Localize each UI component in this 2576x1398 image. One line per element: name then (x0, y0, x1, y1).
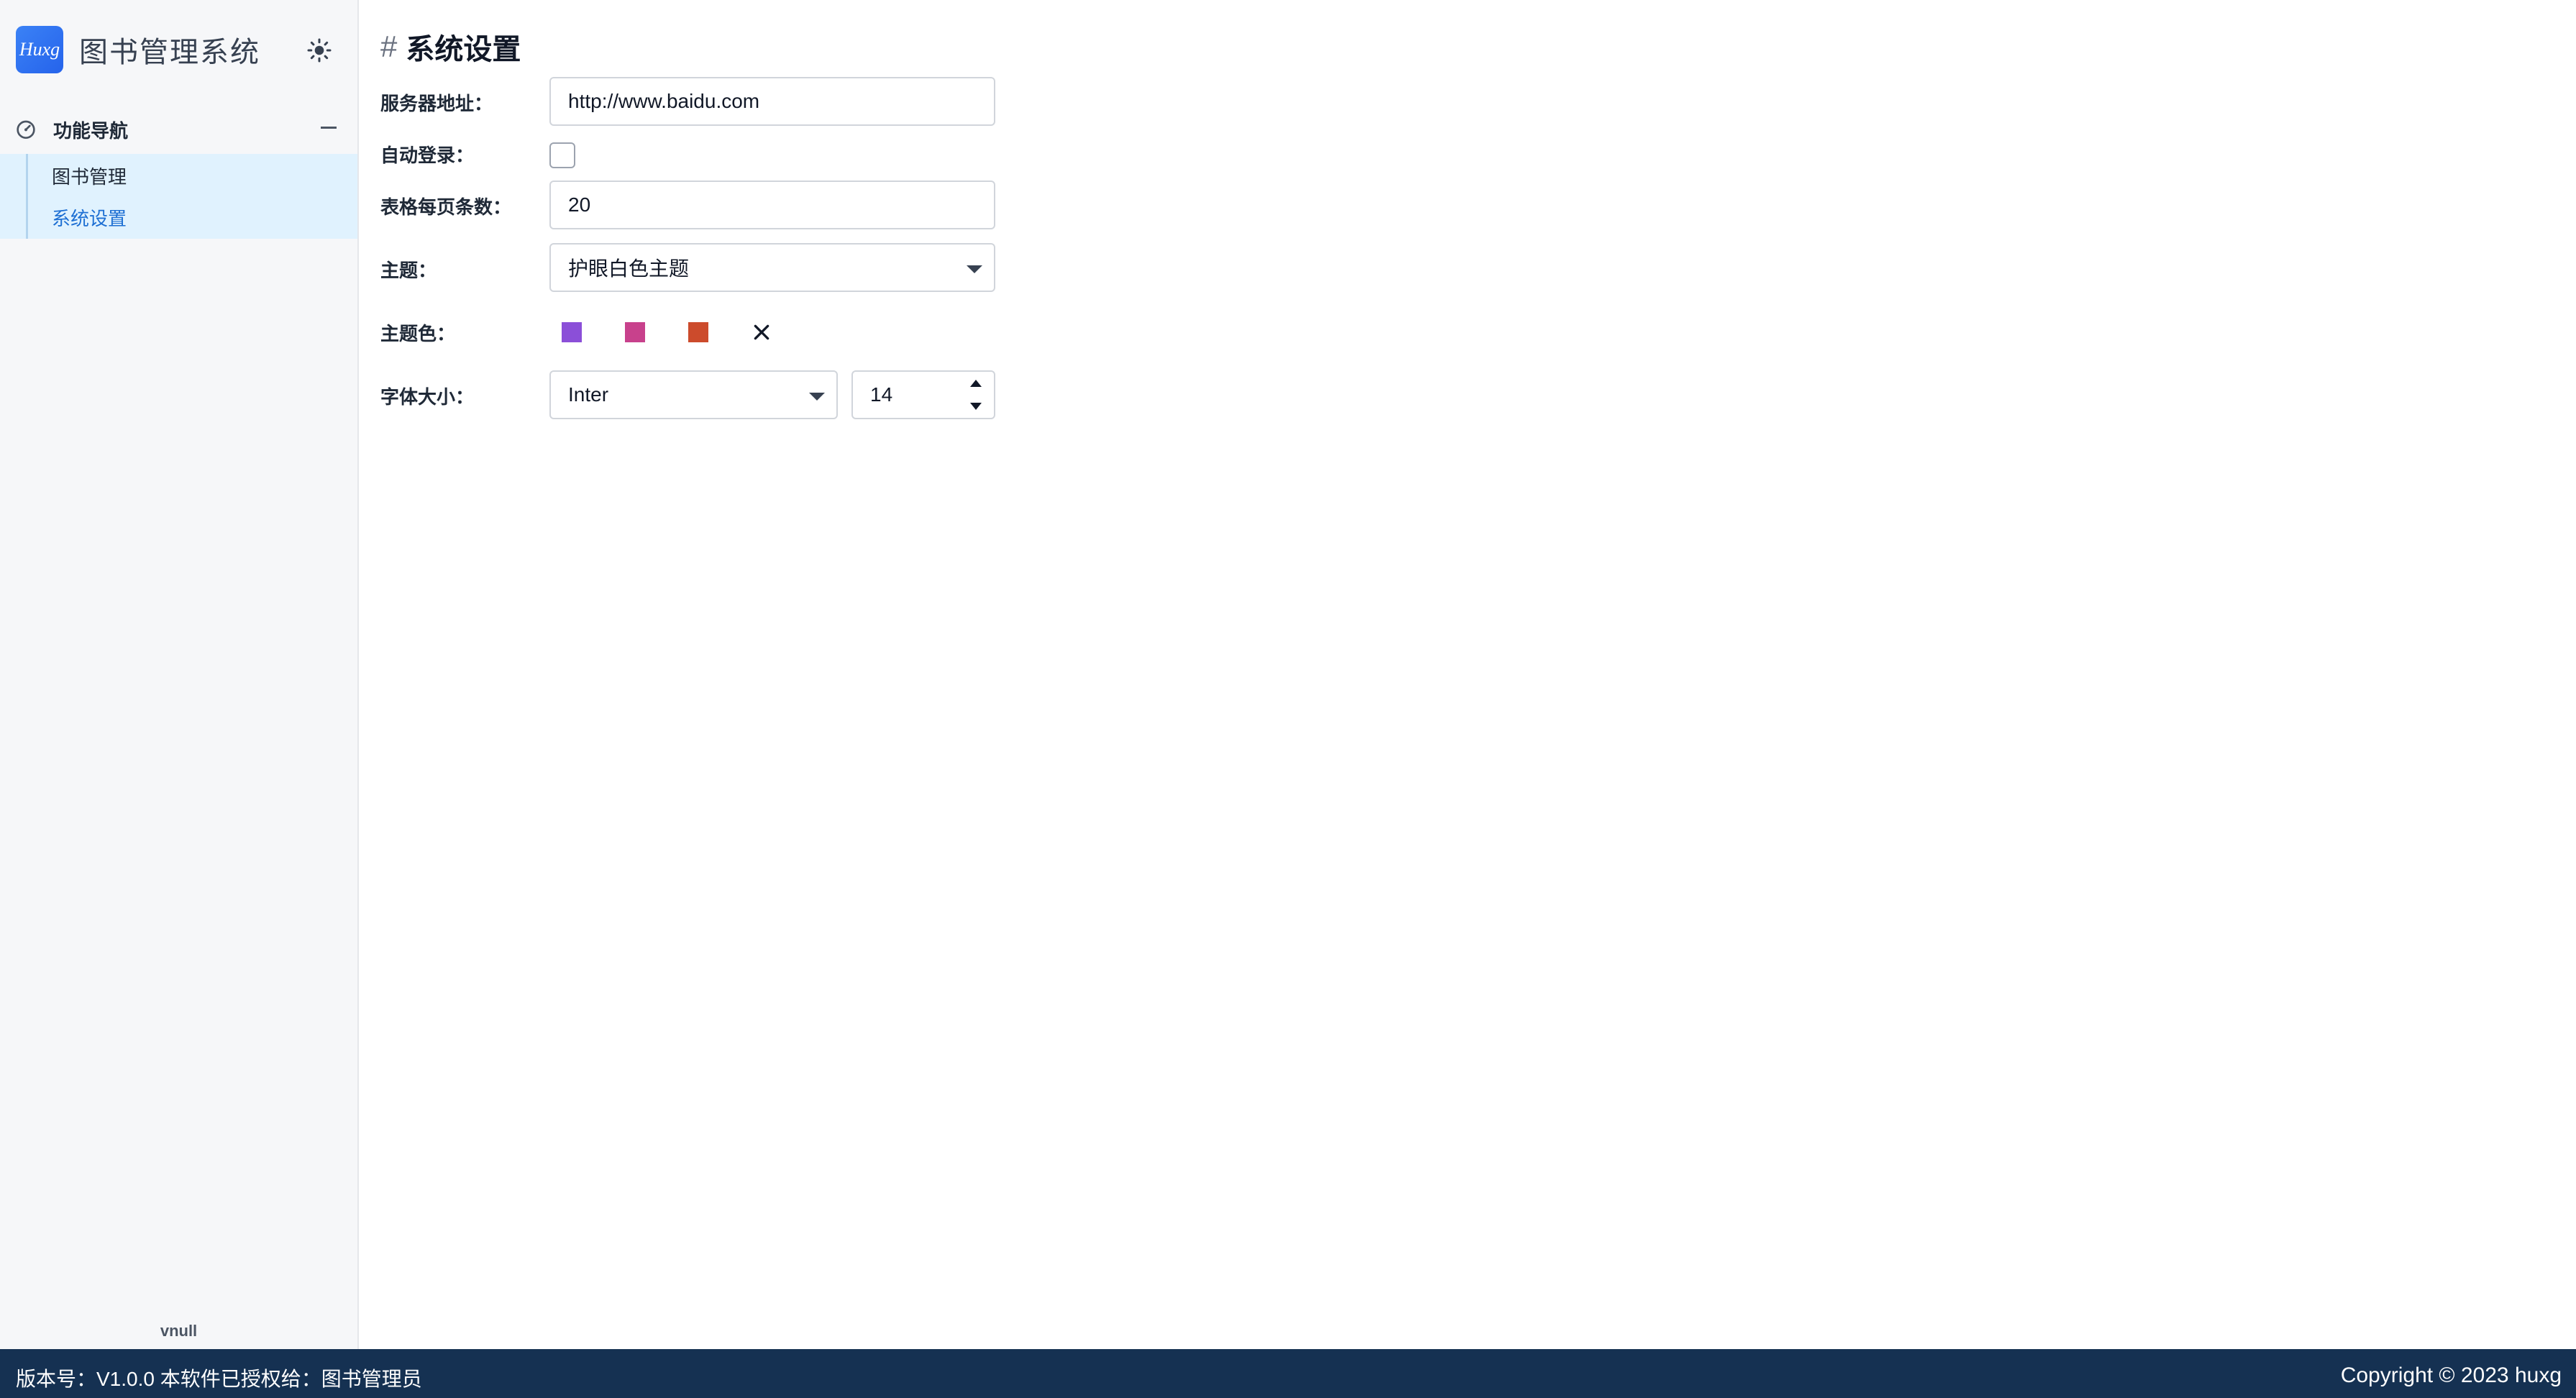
font-family-select[interactable]: Inter (549, 370, 838, 419)
page-size-label: 表格每页条数： (380, 196, 512, 218)
close-icon[interactable] (749, 319, 775, 345)
nav-group-header[interactable]: 功能导航 (0, 109, 357, 145)
page-title: # 系统设置 (380, 26, 521, 68)
dashboard-gauge-icon (17, 120, 35, 139)
font-size-stepper[interactable] (851, 370, 995, 419)
chevron-down-icon (809, 393, 825, 401)
theme-label: 主题： (380, 260, 437, 281)
caret-up-icon[interactable] (958, 372, 994, 395)
main-content: # 系统设置 服务器地址： 自动登录： 表格每页条数： 主题： 护眼白色主题 主… (360, 0, 2576, 1349)
theme-color-swatch-red[interactable] (688, 322, 708, 342)
theme-select[interactable]: 护眼白色主题 (549, 243, 995, 292)
font-size-label: 字体大小： (380, 386, 475, 408)
copyright-text: Copyright © 2023 huxg (2340, 1363, 2562, 1387)
hash-icon: # (380, 29, 398, 63)
brand: Huxg 图书管理系统 (16, 26, 260, 73)
sidebar: Huxg 图书管理系统 功能导航 图书管理 系统设置 vnull (0, 0, 359, 1349)
app-window: Huxg 图书管理系统 功能导航 图书管理 系统设置 vnull # 系统设置 … (0, 0, 2576, 1398)
chevron-down-icon (967, 265, 982, 273)
app-title: 图书管理系统 (79, 37, 260, 68)
server-address-label: 服务器地址： (380, 93, 493, 114)
page-size-input[interactable] (568, 193, 977, 216)
page-size-field[interactable] (549, 181, 995, 229)
page-title-text: 系统设置 (406, 34, 521, 65)
theme-color-swatch-pink[interactable] (625, 322, 645, 342)
stepper-buttons (958, 372, 994, 418)
auto-login-label: 自动登录： (380, 145, 475, 166)
caret-down-icon[interactable] (958, 395, 994, 418)
sidebar-item-settings[interactable]: 系统设置 (52, 204, 127, 231)
server-address-input[interactable] (568, 90, 977, 113)
sidebar-item-books[interactable]: 图书管理 (52, 163, 127, 189)
app-logo: Huxg (16, 26, 63, 73)
theme-select-value: 护眼白色主题 (568, 257, 690, 280)
sun-icon (307, 38, 332, 63)
version-license-text: 版本号：V1.0.0 本软件已授权给：图书管理员 (16, 1368, 422, 1390)
auto-login-checkbox[interactable] (549, 142, 575, 168)
sidebar-footer: vnull (160, 1322, 198, 1340)
nav-list: 图书管理 系统设置 (0, 154, 357, 239)
minus-icon[interactable] (321, 127, 337, 129)
theme-color-label: 主题色： (380, 323, 456, 344)
nav-group-label: 功能导航 (53, 120, 129, 142)
theme-color-swatch-purple[interactable] (562, 322, 582, 342)
theme-toggle-button[interactable] (302, 33, 337, 68)
server-address-field[interactable] (549, 77, 995, 126)
status-footer: 版本号：V1.0.0 本软件已授权给：图书管理员 Copyright © 202… (0, 1349, 2576, 1398)
font-family-value: Inter (568, 383, 609, 406)
